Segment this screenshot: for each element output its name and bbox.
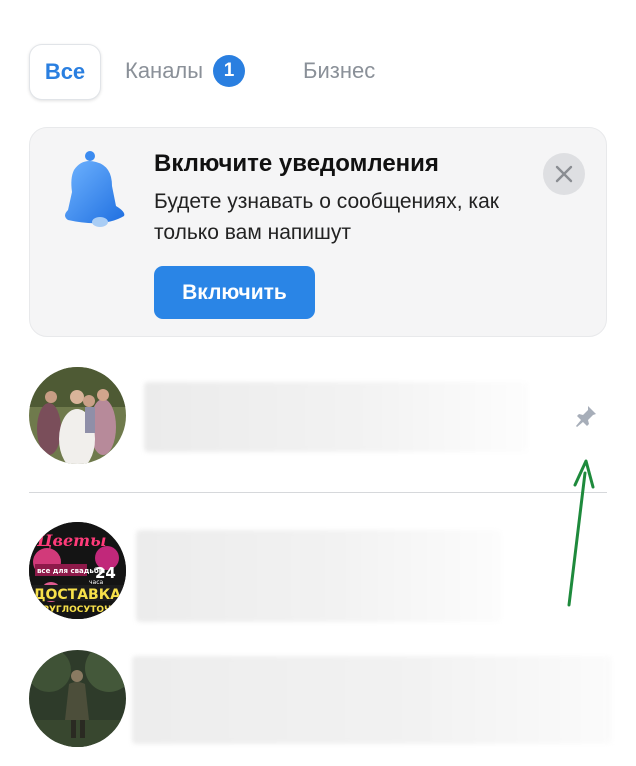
close-banner-button[interactable] bbox=[543, 153, 585, 195]
chat-title-placeholder bbox=[144, 382, 529, 452]
chat-filter-tabs: Все Каналы 1 Бизнес bbox=[29, 44, 636, 100]
pin-icon bbox=[576, 406, 596, 427]
chat-title-placeholder bbox=[136, 530, 501, 622]
tab-business[interactable]: Бизнес bbox=[303, 44, 375, 98]
avatar[interactable] bbox=[29, 367, 126, 464]
avatar-text-line3: ДОСТАВКА bbox=[33, 587, 121, 603]
close-icon bbox=[555, 165, 573, 183]
bell-icon bbox=[65, 151, 125, 227]
banner-description: Будете узнавать о сообщениях, как только… bbox=[154, 190, 499, 244]
avatar[interactable]: Цветы все для свадьбы 24 часа ДОСТАВКА К… bbox=[29, 522, 126, 619]
tab-business-label: Бизнес bbox=[303, 58, 376, 83]
tab-all[interactable]: Все bbox=[29, 44, 101, 100]
pinned-divider bbox=[29, 492, 607, 493]
avatar-text-line4: КРУГЛОСУТОЧНО bbox=[35, 605, 126, 615]
unread-badge: 1 bbox=[213, 55, 246, 87]
notification-banner: Включите уведомления Будете узнавать о с… bbox=[29, 127, 607, 337]
enable-notifications-button[interactable]: Включить bbox=[154, 266, 315, 319]
avatar[interactable] bbox=[29, 650, 126, 747]
banner-title: Включите уведомления bbox=[154, 150, 439, 177]
annotation-arrow bbox=[567, 459, 595, 607]
chat-title-placeholder bbox=[132, 656, 612, 744]
tab-channels[interactable]: Каналы 1 bbox=[125, 44, 246, 98]
avatar-text-hours-unit: часа bbox=[89, 579, 104, 586]
avatar-text-title: Цветы bbox=[36, 531, 106, 550]
tab-channels-label: Каналы bbox=[125, 58, 204, 83]
tab-all-label: Все bbox=[44, 59, 86, 84]
